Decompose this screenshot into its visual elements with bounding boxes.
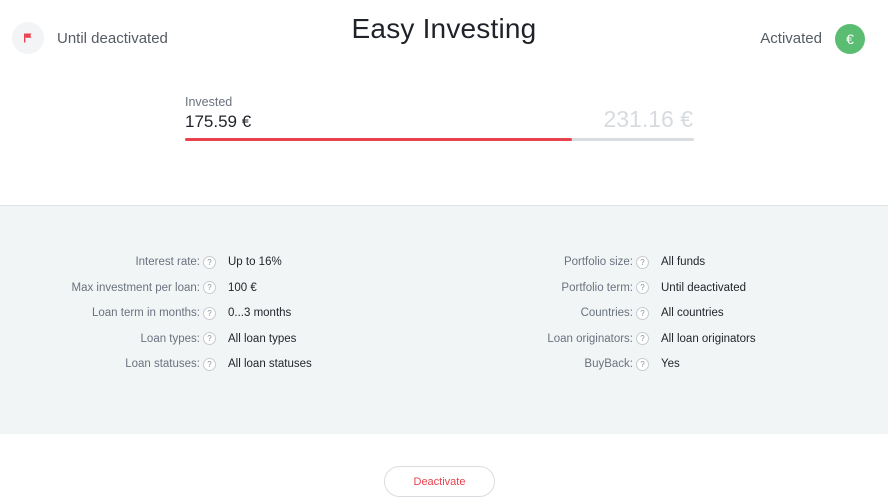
detail-label: Loan types: bbox=[140, 332, 200, 345]
invested-amount: 175.59 € bbox=[185, 112, 252, 131]
detail-value: Up to 16% bbox=[228, 256, 282, 268]
detail-row: Max investment per loan:? 100 € bbox=[0, 278, 257, 298]
total-amount: 231.16 € bbox=[603, 106, 693, 132]
deactivate-button[interactable]: Deactivate bbox=[384, 466, 495, 497]
help-question-icon[interactable]: ? bbox=[203, 332, 216, 346]
help-question-icon[interactable]: ? bbox=[636, 332, 649, 346]
detail-label: Loan statuses: bbox=[125, 358, 200, 371]
detail-label: BuyBack: bbox=[584, 358, 633, 371]
detail-label: Countries: bbox=[580, 307, 633, 320]
detail-label: Loan term in months: bbox=[91, 307, 200, 320]
detail-row: BuyBack:? Yes bbox=[433, 354, 680, 374]
help-question-icon[interactable]: ? bbox=[203, 281, 216, 295]
detail-label: Loan originators: bbox=[547, 332, 633, 345]
detail-value: 100 € bbox=[228, 281, 257, 294]
strategy-details-panel: Interest rate:? Up to 16% Max investment p… bbox=[0, 205, 888, 434]
euro-icon: € bbox=[835, 24, 865, 54]
invested-label: Invested bbox=[185, 95, 233, 109]
detail-value: 0...3 months bbox=[228, 307, 292, 320]
strategy-header: Until deactivated Easy Investing Activat… bbox=[0, 0, 888, 206]
detail-row: Loan term in months:? 0...3 months bbox=[0, 303, 291, 323]
detail-row: Loan originators:? All loan originators bbox=[433, 329, 756, 349]
detail-row: Loan types:? All loan types bbox=[0, 329, 296, 349]
detail-value: Yes bbox=[661, 358, 680, 371]
detail-value: All loan statuses bbox=[228, 358, 312, 371]
help-question-icon[interactable]: ? bbox=[203, 357, 216, 371]
invested-progress-fill bbox=[185, 138, 572, 141]
detail-value: All countries bbox=[661, 307, 724, 320]
detail-value: All funds bbox=[661, 256, 706, 268]
invested-progress-bar bbox=[185, 138, 694, 141]
help-question-icon[interactable]: ? bbox=[203, 255, 216, 269]
detail-value: All loan types bbox=[228, 332, 297, 345]
detail-row: Interest rate:? Up to 16% bbox=[0, 252, 282, 272]
help-question-icon[interactable]: ? bbox=[636, 357, 649, 371]
help-question-icon[interactable]: ? bbox=[636, 306, 649, 320]
detail-value: Until deactivated bbox=[661, 281, 747, 294]
detail-row: Countries:? All countries bbox=[433, 303, 724, 323]
help-question-icon[interactable]: ? bbox=[636, 255, 649, 269]
detail-label: Max investment per loan: bbox=[71, 281, 200, 294]
detail-row: Loan statuses:? All loan statuses bbox=[0, 354, 312, 374]
detail-row: Portfolio term:? Until deactivated bbox=[433, 278, 746, 298]
detail-row: Portfolio size:? All funds bbox=[433, 252, 705, 272]
detail-label: Interest rate: bbox=[135, 256, 200, 268]
detail-value: All loan originators bbox=[661, 332, 756, 345]
help-question-icon[interactable]: ? bbox=[636, 281, 649, 295]
help-question-icon[interactable]: ? bbox=[203, 306, 216, 320]
detail-label: Portfolio term: bbox=[561, 281, 633, 294]
page-title: Easy Investing bbox=[351, 13, 537, 44]
actions-area: Deactivate bbox=[0, 434, 888, 504]
status-right-text: Activated bbox=[760, 30, 822, 47]
detail-label: Portfolio size: bbox=[563, 256, 633, 268]
